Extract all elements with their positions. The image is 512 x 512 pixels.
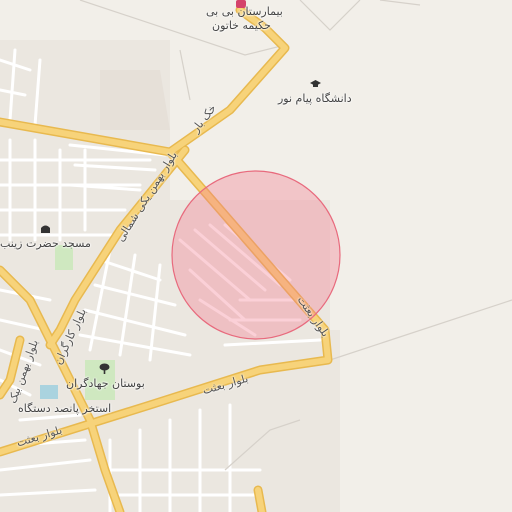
graduation-cap-icon — [310, 79, 321, 89]
pool-name: استخر پانصد دستگاه — [18, 402, 112, 415]
mosque-name: مسجد حضرت زینب — [0, 237, 91, 250]
map-view[interactable]: بیمارستان بی بی حکیمه خاتون دانشگاه پیام… — [0, 0, 512, 512]
map-canvas[interactable] — [0, 0, 512, 512]
hospital-name-line2: حکیمه خاتون — [212, 19, 271, 32]
pool-water — [40, 385, 58, 399]
tree-icon — [99, 363, 110, 374]
park-name: بوستان جهادگران — [66, 377, 145, 390]
hospital-name-line1: بیمارستان بی بی — [206, 5, 283, 18]
mosque-icon — [40, 223, 50, 233]
university-name: دانشگاه پیام نور — [278, 92, 352, 105]
poi-park[interactable] — [99, 363, 110, 374]
poi-university[interactable] — [310, 79, 321, 89]
poi-mosque[interactable] — [40, 223, 50, 233]
